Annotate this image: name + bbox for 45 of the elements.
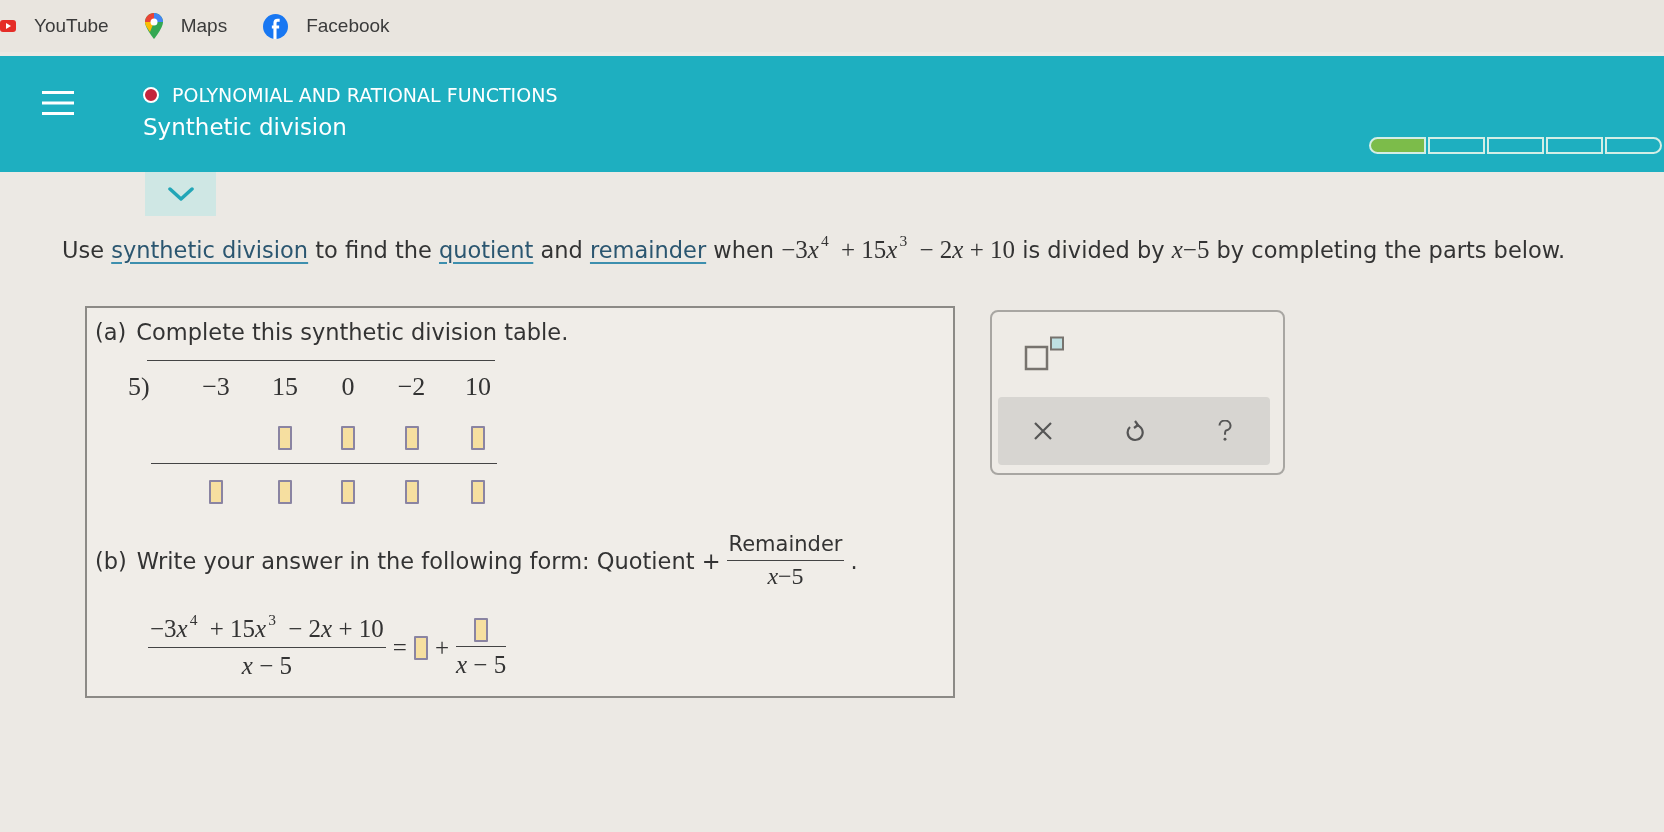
answer-box[interactable] [278,480,292,504]
coefficient-text: 10 [465,372,491,402]
coefficient-text: 0 [341,372,355,402]
bookmark-link[interactable]: Facebook [263,13,390,39]
equals-sign: = [392,633,407,662]
superscript-template-icon [1024,336,1064,372]
answer-box[interactable] [278,426,292,450]
coefficient-text: −2 [397,372,426,402]
answer-box[interactable] [341,480,355,504]
template-button[interactable] [1024,336,1064,372]
question-text: Use synthetic division to find the quotient and remainder when −3x$^{4}$ + 15x$^{3}$ − 2x + 10 is divided by x−5 by completing the parts below. [62,234,1567,265]
answer-box[interactable] [471,426,485,450]
answer-box[interactable] [471,480,485,504]
answer-box[interactable] [404,426,419,450]
topic-label: POLYNOMIAL AND RATIONAL FUNCTIONS [172,84,558,106]
close-icon [1033,420,1054,442]
bookmark-link[interactable]: YouTube [0,15,109,37]
instruction-text: Complete this synthetic division table. [136,318,569,346]
f-logo-icon [263,13,289,39]
quotient-box[interactable] [413,635,428,660]
part-label: (b) [95,547,127,574]
glossary-link[interactable]: quotient [439,237,534,263]
divisor-text: 5) [128,372,150,402]
chevron-down-icon [167,187,194,201]
lesson-title: Synthetic division [143,113,348,142]
coefficient-text: −3 [202,372,230,402]
menu-icon[interactable] [42,90,74,116]
bookmark-link[interactable]: Maps [144,13,228,39]
coefficient-text: 15 [272,372,298,402]
glossary-link[interactable]: remainder [589,237,707,263]
glossary-link[interactable]: synthetic division [111,237,309,263]
part-label: (a) [95,318,127,346]
status-dot-icon [143,87,159,103]
answer-box[interactable] [404,480,419,504]
map-pin-icon [144,13,163,39]
answer-box[interactable] [209,480,223,504]
remainder-box[interactable] [474,618,489,642]
undo-icon [1124,420,1144,442]
equation-numerator: −3x$^{4}$ + 15x$^{3}$ − 2x + 10 [149,613,385,644]
plus-sign: + [434,633,449,662]
answer-box[interactable] [341,426,355,450]
play-icon [0,20,16,32]
remainder-denominator: x − 5 [456,650,507,680]
equation-denominator: x − 5 [241,651,292,681]
expand-tab[interactable] [145,172,216,216]
